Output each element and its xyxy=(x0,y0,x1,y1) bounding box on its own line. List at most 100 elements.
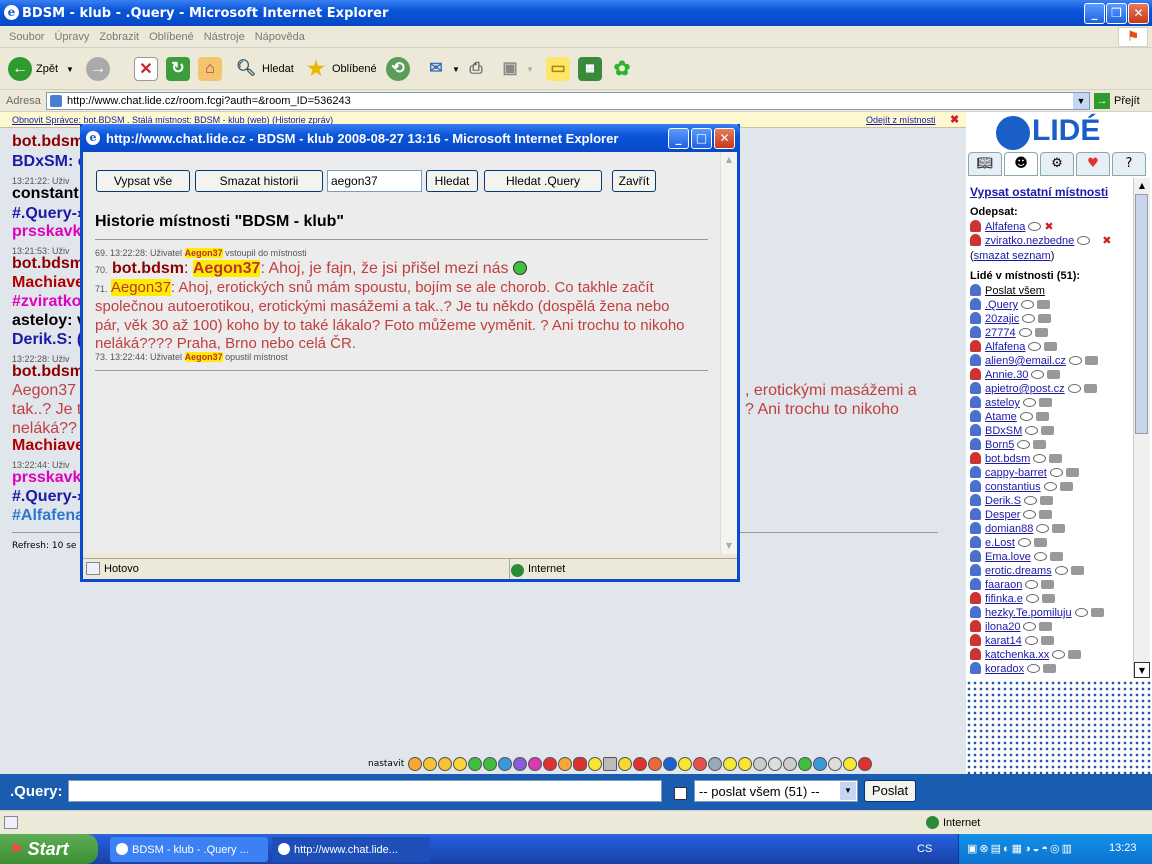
chevron-down-icon[interactable]: ▼ xyxy=(66,65,74,74)
smiley-icon[interactable] xyxy=(558,757,573,771)
message-icon[interactable] xyxy=(1052,650,1066,659)
message-icon[interactable] xyxy=(1054,566,1068,575)
stop-button[interactable]: ✕ xyxy=(134,54,162,84)
smiley-icon[interactable] xyxy=(408,757,423,771)
smiley-icon[interactable] xyxy=(678,757,693,771)
smiley-icon[interactable] xyxy=(648,757,663,771)
edit-button[interactable]: ▣ ▼ xyxy=(498,54,533,84)
remove-icon[interactable]: ✖ xyxy=(1102,235,1111,247)
history-search-input[interactable]: aegon37 xyxy=(327,170,422,192)
smiley-icon[interactable] xyxy=(483,757,498,771)
message-icon[interactable] xyxy=(1025,580,1039,589)
user-link[interactable]: Annie.30 xyxy=(985,369,1028,381)
message-icon[interactable] xyxy=(1022,314,1036,323)
popup-minimize-button[interactable]: _ xyxy=(668,128,689,149)
smiley-icon[interactable] xyxy=(753,757,768,771)
camera-icon[interactable] xyxy=(1070,566,1084,575)
user-link[interactable]: .Query xyxy=(985,299,1018,311)
heart-icon[interactable] xyxy=(633,757,648,771)
forward-button[interactable]: → xyxy=(86,54,114,84)
smiley-icon[interactable] xyxy=(618,757,633,771)
smiley-icon[interactable] xyxy=(528,757,543,771)
message-icon[interactable] xyxy=(1027,664,1041,673)
camera-icon[interactable] xyxy=(1084,356,1098,365)
smiley-icon[interactable] xyxy=(828,757,843,771)
remove-icon[interactable]: ✖ xyxy=(1044,221,1053,233)
messenger-button[interactable]: ▦ xyxy=(578,54,606,84)
taskbar-item[interactable]: BDSM - klub - .Query ... xyxy=(110,837,268,862)
camera-icon[interactable] xyxy=(1033,538,1047,547)
popup-maximize-button[interactable]: □ xyxy=(691,128,712,149)
user-link[interactable]: Derik.S xyxy=(985,495,1021,507)
popup-scrollbar[interactable]: ▲ ▼ xyxy=(720,152,737,554)
user-link[interactable]: asteloy xyxy=(985,397,1020,409)
message-icon[interactable] xyxy=(1033,454,1047,463)
message-input[interactable] xyxy=(68,780,662,802)
message-icon[interactable] xyxy=(1043,482,1057,491)
message-icon[interactable] xyxy=(1025,594,1039,603)
user-link[interactable]: Atame xyxy=(985,411,1017,423)
camera-icon[interactable] xyxy=(1038,314,1052,323)
message-icon[interactable] xyxy=(1031,370,1045,379)
smiley-icon[interactable] xyxy=(438,757,453,771)
tab-book[interactable]: 📖︎ xyxy=(968,152,1002,176)
tab-favorites[interactable]: ♥ xyxy=(1076,152,1110,176)
scroll-down-icon[interactable]: ▼ xyxy=(721,538,737,554)
clear-history-button[interactable]: Smazat historii xyxy=(195,170,323,192)
user-link[interactable]: faaraon xyxy=(985,579,1022,591)
menu-file[interactable]: Soubor xyxy=(9,31,44,43)
close-button[interactable]: ✕ xyxy=(1128,3,1149,24)
message-icon[interactable] xyxy=(1024,496,1038,505)
print-button[interactable]: ⎙ xyxy=(464,54,492,84)
smiley-icon[interactable] xyxy=(453,757,468,771)
message-icon[interactable] xyxy=(1028,342,1042,351)
user-link[interactable]: fifinka.e xyxy=(985,593,1023,605)
smiley-icon[interactable] xyxy=(798,757,813,771)
user-link[interactable]: Born5 xyxy=(985,439,1014,451)
private-checkbox[interactable] xyxy=(674,787,687,800)
camera-icon[interactable] xyxy=(1041,594,1055,603)
message-icon[interactable] xyxy=(1068,356,1082,365)
history-button[interactable]: ⟲ xyxy=(386,54,414,84)
user-link[interactable]: zviratko.nezbedne xyxy=(985,235,1074,247)
smiley-icon[interactable] xyxy=(663,757,678,771)
tab-people[interactable]: ☻ xyxy=(1004,152,1038,176)
message-icon[interactable] xyxy=(1025,426,1039,435)
message-icon[interactable] xyxy=(1049,468,1063,477)
scroll-up-icon[interactable]: ▲ xyxy=(1134,178,1150,194)
user-link[interactable]: 27774 xyxy=(985,327,1016,339)
smileys-settings-link[interactable]: nastavit xyxy=(368,759,404,769)
message-icon[interactable] xyxy=(1023,510,1037,519)
home-button[interactable]: ⌂ xyxy=(198,54,226,84)
chevron-down-icon[interactable]: ▼ xyxy=(1073,93,1089,109)
scroll-up-icon[interactable]: ▲ xyxy=(721,152,737,168)
message-icon[interactable] xyxy=(1067,384,1081,393)
search-query-button[interactable]: Hledat .Query xyxy=(484,170,602,192)
user-link[interactable]: karat14 xyxy=(985,635,1022,647)
message-icon[interactable] xyxy=(1033,552,1047,561)
smiley-icon[interactable] xyxy=(513,757,528,771)
smiley-icon[interactable] xyxy=(498,757,513,771)
main-window-titlebar[interactable]: e BDSM - klub - .Query - Microsoft Inter… xyxy=(0,0,1152,26)
message-icon[interactable] xyxy=(1021,300,1035,309)
leave-room-link[interactable]: Odejít z místnosti xyxy=(866,115,936,125)
user-link[interactable]: domian88 xyxy=(985,523,1033,535)
user-link[interactable]: BDxSM xyxy=(985,425,1022,437)
user-link[interactable]: Alfafena xyxy=(985,221,1025,233)
camera-icon[interactable] xyxy=(1035,412,1049,421)
smiley-icon[interactable] xyxy=(603,757,618,771)
camera-icon[interactable] xyxy=(1049,454,1063,463)
camera-icon[interactable] xyxy=(1038,398,1052,407)
user-link[interactable]: Ema.love xyxy=(985,551,1031,563)
camera-icon[interactable] xyxy=(1044,342,1058,351)
camera-icon[interactable] xyxy=(1039,510,1053,519)
message-icon[interactable] xyxy=(1022,398,1036,407)
camera-icon[interactable] xyxy=(1040,636,1054,645)
smiley-icon[interactable] xyxy=(768,757,783,771)
user-link[interactable]: bot.bdsm xyxy=(985,453,1030,465)
refresh-button[interactable]: ↻ xyxy=(166,54,194,84)
user-link[interactable]: koradox xyxy=(985,663,1024,675)
smiley-icon[interactable] xyxy=(708,757,723,771)
message-icon[interactable] xyxy=(1074,608,1088,617)
camera-icon[interactable] xyxy=(1037,300,1051,309)
